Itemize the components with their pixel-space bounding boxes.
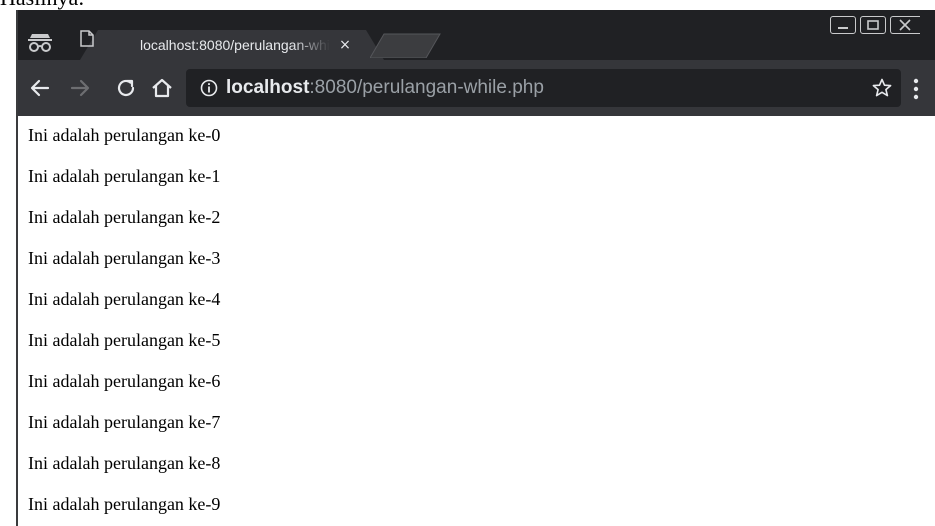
tab-title: localhost:8080/perulangan-while.php (140, 37, 330, 53)
loop-line: Ini adalah perulangan ke-8 (28, 453, 221, 473)
loop-line: Ini adalah perulangan ke-2 (28, 207, 221, 227)
loop-line: Ini adalah perulangan ke-5 (28, 330, 221, 350)
page-icon (80, 30, 94, 47)
page-content: Ini adalah perulangan ke-0 Ini adalah pe… (18, 116, 935, 526)
browser-toolbar: localhost:8080/perulangan-while.php (18, 60, 935, 116)
kebab-menu-icon[interactable] (913, 78, 919, 100)
incognito-icon (28, 34, 52, 52)
loop-line: Ini adalah perulangan ke-4 (28, 289, 221, 309)
forward-button[interactable] (68, 76, 92, 100)
loop-line: Ini adalah perulangan ke-1 (28, 166, 221, 186)
address-bar[interactable]: localhost:8080/perulangan-while.php (186, 69, 901, 107)
reload-button[interactable] (114, 76, 138, 100)
url-path: :8080/perulangan-while.php (309, 77, 544, 98)
minimize-button[interactable] (830, 16, 856, 34)
loop-line: Ini adalah perulangan ke-7 (28, 412, 221, 432)
loop-line: Ini adalah perulangan ke-6 (28, 371, 221, 391)
page-caption: Hasilnya: (0, 0, 84, 10)
tab-close-button[interactable]: × (336, 36, 354, 54)
info-icon[interactable] (200, 79, 218, 97)
minimize-icon (838, 27, 848, 29)
loop-line: Ini adalah perulangan ke-9 (28, 494, 221, 514)
tab-active[interactable]: localhost:8080/perulangan-while.php × (80, 30, 392, 60)
browser-window: localhost:8080/perulangan-while.php × (16, 10, 935, 526)
url-text[interactable]: localhost:8080/perulangan-while.php (226, 77, 544, 99)
maximize-icon (867, 20, 879, 30)
tab-strip: localhost:8080/perulangan-while.php × (18, 10, 935, 60)
new-tab-button[interactable] (370, 32, 442, 58)
close-icon (899, 19, 911, 31)
maximize-button[interactable] (860, 16, 886, 34)
back-button[interactable] (28, 76, 52, 100)
home-button[interactable] (150, 76, 174, 100)
close-window-button[interactable] (890, 16, 920, 34)
loop-line: Ini adalah perulangan ke-0 (28, 125, 221, 145)
url-host: localhost (226, 77, 310, 98)
star-icon[interactable] (872, 78, 892, 98)
loop-line: Ini adalah perulangan ke-3 (28, 248, 221, 268)
